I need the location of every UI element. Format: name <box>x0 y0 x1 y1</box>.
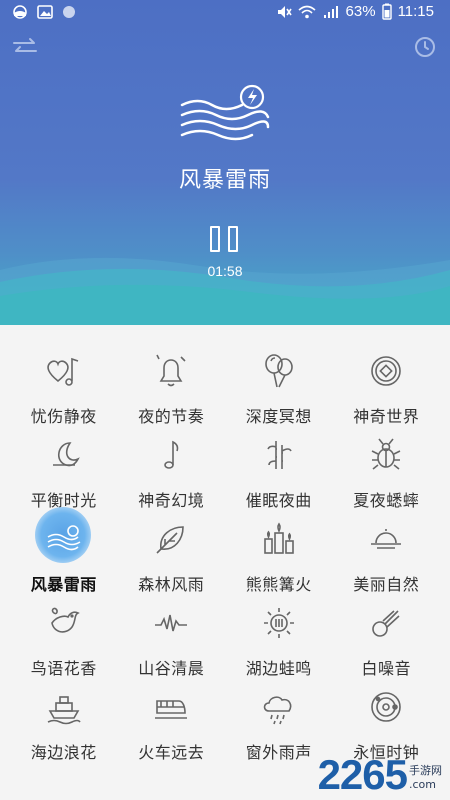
sound-item-magic-world[interactable]: 神奇世界 <box>333 345 441 429</box>
sound-item-label: 火车远去 <box>138 743 205 762</box>
sound-item-seaside-waves[interactable]: 海边浪花 <box>10 681 118 765</box>
mute-icon <box>277 5 292 18</box>
sound-item-birdsong[interactable]: 鸟语花香 <box>10 597 118 681</box>
waveform-icon <box>155 614 188 632</box>
sound-item-label: 森林风雨 <box>138 575 205 594</box>
bamboo-icon <box>267 441 292 469</box>
ship-icon <box>47 696 81 725</box>
sound-item-deep-meditation[interactable]: 深度冥想 <box>225 345 333 429</box>
sound-item-label: 忧伤静夜 <box>30 407 97 426</box>
sound-item-label: 美丽自然 <box>353 575 420 594</box>
coin-icon <box>371 356 402 386</box>
bird-icon <box>50 607 80 633</box>
leaf-icon <box>156 526 185 554</box>
orbit-icon <box>371 692 402 722</box>
sound-item-label: 白噪音 <box>361 659 411 678</box>
bell-icon <box>156 354 186 387</box>
music-note-icon <box>164 440 179 469</box>
clock-time: 11:15 <box>397 3 434 20</box>
wifi-icon <box>298 5 316 18</box>
sound-item-sad-night[interactable]: 忧伤静夜 <box>10 345 118 429</box>
wave-decoration <box>0 257 450 325</box>
sound-item-label: 夏夜蟋蟀 <box>353 491 420 510</box>
sound-item-balance-time[interactable]: 平衡时光 <box>10 429 118 513</box>
train-icon <box>155 700 188 719</box>
cricket-icon <box>371 438 401 470</box>
sound-item-rain-outside[interactable]: 窗外雨声 <box>225 681 333 765</box>
sound-item-forest-rain[interactable]: 森林风雨 <box>118 513 226 597</box>
sound-item-label: 鸟语花香 <box>30 659 97 678</box>
sound-item-valley-morning[interactable]: 山谷清晨 <box>118 597 226 681</box>
storm-wind-icon <box>180 84 270 141</box>
app-notification-icon <box>63 6 75 18</box>
moon-icon <box>52 442 80 467</box>
sound-item-fantasy[interactable]: 神奇幻境 <box>118 429 226 513</box>
battery-icon <box>381 3 392 20</box>
sound-item-train-departing[interactable]: 火车远去 <box>118 681 226 765</box>
sound-item-label: 熊熊篝火 <box>245 575 312 594</box>
sound-item-label: 催眠夜曲 <box>245 491 312 510</box>
sound-item-white-noise[interactable]: 白噪音 <box>333 597 441 681</box>
sound-item-label: 夜的节奏 <box>138 407 205 426</box>
heart-music-icon <box>47 357 79 386</box>
sound-item-beautiful-nature[interactable]: 美丽自然 <box>333 513 441 597</box>
sound-item-label: 窗外雨声 <box>245 743 312 762</box>
now-playing-header: 63% 11:15 风暴雷雨 01:58 <box>0 0 450 325</box>
watermark-suffix: .com <box>409 778 436 791</box>
sunset-icon <box>371 529 402 549</box>
now-playing-title: 风暴雷雨 <box>178 168 271 193</box>
candles-icon <box>263 522 294 554</box>
storm-icon <box>47 525 81 551</box>
shuffle-icon[interactable] <box>12 36 38 58</box>
sound-item-storm-thunder[interactable]: 风暴雷雨 <box>10 507 118 597</box>
sound-item-label: 风暴雷雨 <box>30 575 97 594</box>
sound-grid: 忧伤静夜 夜的节奏 深度冥想 神奇世界 平衡时光 神奇幻境 催眠夜曲 夏夜蟋蟀 <box>10 345 440 785</box>
sound-item-label: 神奇世界 <box>353 407 420 426</box>
battery-percent: 63% <box>345 3 376 20</box>
sound-item-lakeside-frogs[interactable]: 湖边蛙鸣 <box>225 597 333 681</box>
sound-item-label: 山谷清晨 <box>138 659 205 678</box>
watermark-sub: 手游网 <box>409 764 442 777</box>
watermark-number: 2265 <box>317 751 408 798</box>
sound-item-bonfire[interactable]: 熊熊篝火 <box>225 513 333 597</box>
rain-cloud-icon <box>263 696 292 725</box>
signal-icon <box>323 5 338 18</box>
status-bar: 63% 11:15 <box>0 0 450 26</box>
sound-item-label: 海边浪花 <box>30 743 97 762</box>
sound-item-label: 湖边蛙鸣 <box>245 659 312 678</box>
sound-item-hypnotic-nocturne[interactable]: 催眠夜曲 <box>225 429 333 513</box>
comet-icon <box>372 610 400 637</box>
balloons-icon <box>264 354 293 388</box>
weather-notification-icon <box>13 5 27 19</box>
site-watermark: 2265 手游网 .com <box>318 754 442 796</box>
sound-item-label: 深度冥想 <box>245 407 312 426</box>
clock-icon[interactable] <box>412 36 438 58</box>
sound-item-summer-cricket[interactable]: 夏夜蟋蟀 <box>333 429 441 513</box>
image-notification-icon <box>37 5 53 19</box>
sound-item-night-rhythm[interactable]: 夜的节奏 <box>118 345 226 429</box>
sound-item-label: 神奇幻境 <box>138 491 205 510</box>
sun-icon <box>263 608 294 638</box>
playback-timer: 01:58 <box>207 263 243 279</box>
